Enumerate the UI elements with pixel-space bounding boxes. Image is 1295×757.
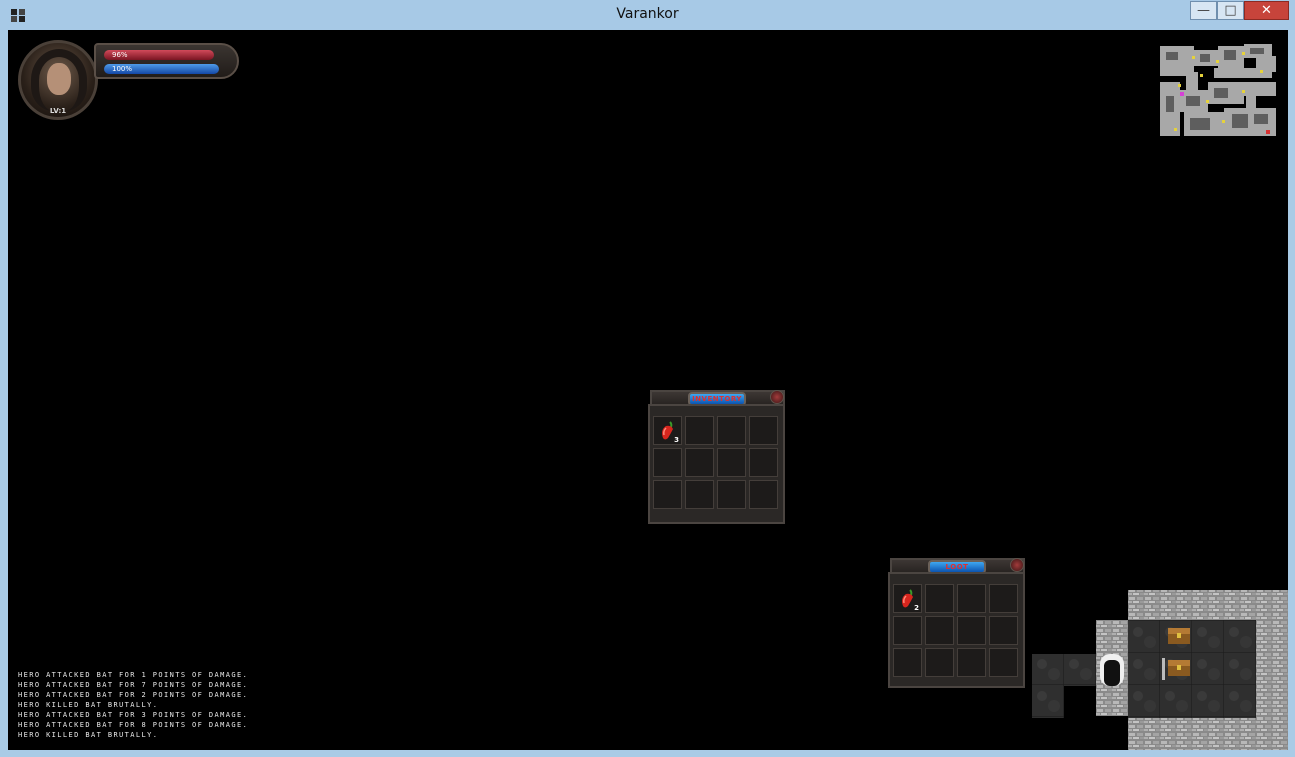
treasure-chest-icon bbox=[1168, 628, 1190, 644]
log-line: HERO ATTACKED BAT FOR 7 POINTS OF DAMAGE… bbox=[18, 681, 249, 689]
inventory-grid: 3 bbox=[653, 416, 778, 509]
mana-bar: 100% bbox=[104, 64, 219, 74]
window-title: Varankor bbox=[616, 6, 679, 22]
minimize-icon: — bbox=[1197, 3, 1210, 18]
inventory-slot[interactable] bbox=[749, 416, 778, 445]
loot-close-icon[interactable] bbox=[1010, 558, 1024, 572]
hero-hood bbox=[31, 49, 87, 111]
treasure-chest-icon bbox=[1168, 660, 1190, 676]
inventory-slot[interactable] bbox=[717, 448, 746, 477]
loot-slot[interactable] bbox=[989, 616, 1018, 645]
window-titlebar[interactable]: Varankor — □ ✕ bbox=[0, 0, 1295, 30]
inventory-slot[interactable] bbox=[685, 448, 714, 477]
inventory-slot[interactable] bbox=[717, 416, 746, 445]
log-line: HERO ATTACKED BAT FOR 2 POINTS OF DAMAGE… bbox=[18, 691, 249, 699]
hero-level: LV:1 bbox=[49, 107, 67, 115]
mana-label: 100% bbox=[112, 65, 133, 73]
status-bars-frame: 96% 100% bbox=[94, 43, 239, 79]
game-viewport[interactable]: LV:1 96% 100% INVENTORY 3 LOOT 2 HERO AT… bbox=[8, 30, 1288, 750]
item-quantity: 3 bbox=[674, 436, 679, 444]
inventory-close-icon[interactable] bbox=[770, 390, 784, 404]
loot-slot[interactable] bbox=[925, 616, 954, 645]
inventory-slot[interactable] bbox=[685, 480, 714, 509]
loot-slot[interactable] bbox=[957, 584, 986, 613]
log-line: HERO ATTACKED BAT FOR 1 POINTS OF DAMAGE… bbox=[18, 671, 249, 679]
maximize-button[interactable]: □ bbox=[1217, 1, 1244, 20]
loot-slot[interactable] bbox=[893, 648, 922, 677]
inventory-panel: 3 bbox=[648, 404, 785, 524]
log-line: HERO KILLED BAT BRUTALLY. bbox=[18, 731, 159, 739]
loot-slot[interactable]: 2 bbox=[893, 584, 922, 613]
log-line: HERO ATTACKED BAT FOR 8 POINTS OF DAMAGE… bbox=[18, 721, 249, 729]
dungeon-map-view[interactable] bbox=[1032, 588, 1288, 750]
health-label: 96% bbox=[112, 51, 128, 59]
loot-slot[interactable] bbox=[957, 616, 986, 645]
health-bar: 96% bbox=[104, 50, 215, 60]
loot-slot[interactable] bbox=[925, 584, 954, 613]
inventory-slot[interactable] bbox=[749, 448, 778, 477]
maximize-icon: □ bbox=[1224, 3, 1237, 18]
close-icon: ✕ bbox=[1261, 3, 1272, 18]
loot-slot[interactable] bbox=[989, 648, 1018, 677]
loot-grid: 2 bbox=[893, 584, 1018, 677]
loot-slot[interactable] bbox=[925, 648, 954, 677]
inventory-slot[interactable]: 3 bbox=[653, 416, 682, 445]
loot-slot[interactable] bbox=[957, 648, 986, 677]
item-quantity: 2 bbox=[914, 604, 919, 612]
inventory-slot[interactable] bbox=[653, 448, 682, 477]
inventory-slot[interactable] bbox=[653, 480, 682, 509]
loot-slot[interactable] bbox=[989, 584, 1018, 613]
inventory-slot[interactable] bbox=[717, 480, 746, 509]
inventory-slot[interactable] bbox=[749, 480, 778, 509]
hero-portrait[interactable]: LV:1 bbox=[18, 40, 98, 120]
log-line: HERO ATTACKED BAT FOR 3 POINTS OF DAMAGE… bbox=[18, 711, 249, 719]
combat-log: HERO ATTACKED BAT FOR 1 POINTS OF DAMAGE… bbox=[18, 670, 248, 740]
log-line: HERO KILLED BAT BRUTALLY. bbox=[18, 701, 159, 709]
loot-panel: 2 bbox=[888, 572, 1025, 688]
minimize-button[interactable]: — bbox=[1190, 1, 1217, 20]
minimap[interactable] bbox=[1156, 42, 1280, 140]
close-button[interactable]: ✕ bbox=[1244, 1, 1289, 20]
loot-slot[interactable] bbox=[893, 616, 922, 645]
inventory-slot[interactable] bbox=[685, 416, 714, 445]
